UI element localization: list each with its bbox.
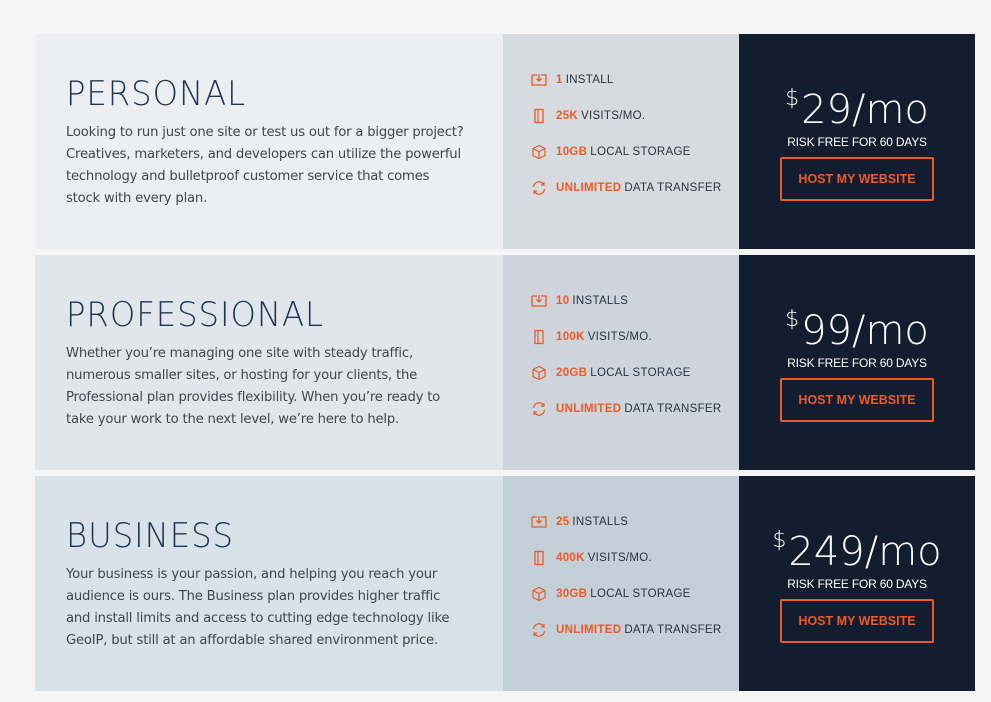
plan-title: PROFESSIONAL [66,295,324,335]
plan-description: Whether you’re managing one site with st… [66,346,441,427]
plan-features: 10 INSTALLS 100K VISITS/MO. 20GB LOCAL STORAG… [503,255,739,470]
feature-label: VISITS/MO. [581,110,646,122]
price-period: /mo [864,529,942,575]
currency-symbol: $ [785,86,800,111]
feature-item: UNLIMITED DATA TRANSFER [531,391,739,427]
transfer-icon [531,180,547,196]
host-my-website-button[interactable]: HOST MY WEBSITE [780,157,934,201]
plan-price-panel: $29/mo RISK FREE FOR 60 DAYS HOST MY WEB… [739,34,975,249]
plan-row: BUSINESS Your business is your passion, … [35,476,975,691]
feature-item: 1 INSTALL [531,62,739,98]
host-my-website-button[interactable]: HOST MY WEBSITE [780,599,934,643]
feature-value: 30GB [556,588,588,600]
feature-label: DATA TRANSFER [624,182,722,194]
feature-item: 10GB LOCAL STORAGE [531,134,739,170]
feature-value: UNLIMITED [556,624,622,636]
transfer-icon [531,622,547,638]
risk-free-note: RISK FREE FOR 60 DAYS [787,356,927,370]
feature-label: LOCAL STORAGE [590,146,691,158]
feature-value: UNLIMITED [556,182,622,194]
plan-description-panel: PROFESSIONAL Whether you’re managing one… [35,255,503,470]
visits-icon [531,329,547,345]
storage-icon [531,365,547,381]
install-icon [531,72,547,88]
feature-item: 30GB LOCAL STORAGE [531,576,739,612]
feature-item: UNLIMITED DATA TRANSFER [531,170,739,206]
plan-description-panel: BUSINESS Your business is your passion, … [35,476,503,691]
plan-price: $29/mo [739,76,975,133]
host-my-website-button[interactable]: HOST MY WEBSITE [780,378,934,422]
feature-item: 100K VISITS/MO. [531,319,739,355]
risk-free-note: RISK FREE FOR 60 DAYS [787,577,927,591]
storage-icon [531,144,547,160]
plan-row: PROFESSIONAL Whether you’re managing one… [35,255,975,470]
plan-features: 1 INSTALL 25K VISITS/MO. 10GB LOCAL STORAGE UN… [503,34,739,249]
price-value: 249 [788,529,865,575]
feature-value: 10 [556,295,570,307]
feature-label: VISITS/MO. [587,552,653,564]
currency-symbol: $ [772,528,787,553]
feature-label: LOCAL STORAGE [590,367,691,379]
storage-icon [531,586,547,602]
visits-icon [531,108,547,124]
price-period: /mo [851,87,929,133]
price-value: 99 [801,308,852,354]
feature-label: DATA TRANSFER [624,624,722,636]
price-value: 29 [801,87,852,133]
feature-label: LOCAL STORAGE [590,588,691,600]
feature-value: 10GB [556,146,588,158]
visits-icon [531,550,547,566]
feature-value: 400K [556,552,585,564]
feature-value: 20GB [556,367,588,379]
feature-item: 10 INSTALLS [531,283,739,319]
plan-price-panel: $249/mo RISK FREE FOR 60 DAYS HOST MY WE… [739,476,975,691]
feature-item: 25K VISITS/MO. [531,98,739,134]
plan-features: 25 INSTALLS 400K VISITS/MO. 30GB LOCAL STORAG… [503,476,739,691]
feature-label: DATA TRANSFER [624,403,722,415]
feature-item: 20GB LOCAL STORAGE [531,355,739,391]
risk-free-note: RISK FREE FOR 60 DAYS [787,135,927,149]
price-period: /mo [851,308,929,354]
feature-label: INSTALLS [572,295,629,307]
currency-symbol: $ [785,307,800,332]
plan-title: PERSONAL [66,74,247,114]
plan-description: Your business is your passion, and helpi… [66,567,450,648]
feature-item: 25 INSTALLS [531,504,739,540]
transfer-icon [531,401,547,417]
plan-price: $249/mo [739,518,975,575]
plan-price: $99/mo [739,297,975,354]
install-icon [531,293,547,309]
feature-item: UNLIMITED DATA TRANSFER [531,612,739,648]
plan-row: PERSONAL Looking to run just one site or… [35,34,975,249]
feature-label: VISITS/MO. [587,331,653,343]
install-icon [531,514,547,530]
feature-value: UNLIMITED [556,403,622,415]
plan-title: BUSINESS [66,516,235,556]
feature-label: INSTALL [565,74,614,86]
plan-description-panel: PERSONAL Looking to run just one site or… [35,34,503,249]
feature-value: 1 [556,74,563,86]
feature-item: 400K VISITS/MO. [531,540,739,576]
feature-value: 100K [556,331,585,343]
feature-value: 25K [556,110,578,122]
plan-description: Looking to run just one site or test us … [66,125,464,206]
feature-label: INSTALLS [572,516,629,528]
feature-value: 25 [556,516,570,528]
plan-price-panel: $99/mo RISK FREE FOR 60 DAYS HOST MY WEB… [739,255,975,470]
